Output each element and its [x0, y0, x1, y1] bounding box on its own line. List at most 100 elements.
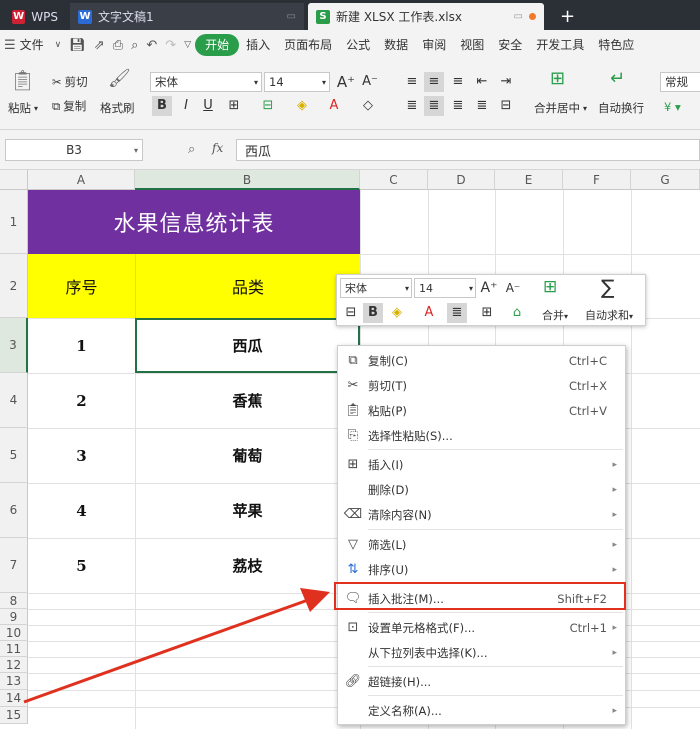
currency-icon[interactable]: ¥ ▾ [664, 100, 681, 114]
cell-b6[interactable]: 苹果 [135, 483, 360, 538]
cell-b4[interactable]: 香蕉 [135, 373, 360, 428]
format-painter-button[interactable]: 格式刷 [100, 100, 135, 116]
print-preview-icon[interactable]: ⌕ [127, 38, 142, 53]
decrease-font-icon[interactable]: A⁻ [360, 72, 380, 92]
tab-developer[interactable]: 开发工具 [529, 34, 591, 56]
cell-b5[interactable]: 葡萄 [135, 428, 360, 483]
row-header-15[interactable]: 15 [0, 707, 28, 724]
format-painter-icon[interactable]: 🖌︎ [108, 68, 131, 89]
bold-button[interactable]: B [152, 96, 172, 116]
menu-item-cut[interactable]: ✂ 剪切(T) Ctrl+X [338, 373, 625, 398]
tab-security[interactable]: 安全 [491, 34, 529, 56]
row-header-3[interactable]: 3 [0, 318, 28, 373]
row-header-12[interactable]: 12 [0, 657, 28, 673]
cell-a5[interactable]: 3 [28, 428, 135, 483]
autosum-icon[interactable]: ∑ [601, 275, 614, 299]
menu-item-copy[interactable]: ⧉ 复制(C) Ctrl+C [338, 348, 625, 373]
header-category-cell[interactable]: 品类 [135, 254, 360, 318]
cell-style-icon[interactable]: ⊟ [258, 96, 278, 116]
mini-merge-button[interactable]: 合并▾ [542, 307, 568, 323]
mini-font-color-icon[interactable]: A [419, 303, 439, 323]
hamburger-icon[interactable]: ☰ [0, 38, 20, 53]
mini-borders-icon[interactable]: ⊞ [477, 303, 497, 323]
menu-item-paste[interactable]: 📋︎ 粘贴(P) Ctrl+V [338, 398, 625, 423]
column-header-e[interactable]: E [495, 170, 563, 190]
align-right-icon[interactable]: ≣ [448, 96, 468, 116]
paste-button[interactable]: 粘贴 ▾ [8, 100, 38, 116]
tab-insert[interactable]: 插入 [239, 34, 277, 56]
column-header-g[interactable]: G [631, 170, 700, 190]
align-top-icon[interactable]: ≡ [402, 72, 422, 92]
paste-icon[interactable]: 📋︎ [10, 68, 35, 92]
file-menu[interactable]: 文件 [20, 34, 51, 56]
menu-item-pick-from-list[interactable]: 从下拉列表中选择(K)... ▸ [338, 640, 625, 665]
column-header-a[interactable]: A [28, 170, 135, 190]
tab-home[interactable]: 开始 [195, 34, 240, 56]
cell-b3-selected[interactable]: 西瓜 [135, 318, 360, 373]
tab-writer-document[interactable]: W 文字文稿1 ▭ [70, 3, 304, 30]
mini-bold-button[interactable]: B [363, 303, 383, 323]
redo-icon[interactable]: ↷ [161, 38, 180, 53]
tab-data[interactable]: 数据 [377, 34, 415, 56]
monitor-icon[interactable]: ▭ [287, 11, 296, 22]
row-header-11[interactable]: 11 [0, 641, 28, 657]
fx-icon[interactable]: fx [212, 141, 223, 155]
mini-fill-color-icon[interactable]: ◈ [387, 303, 407, 323]
mini-font-size-select[interactable]: 14 ▾ [414, 278, 476, 298]
tab-formulas[interactable]: 公式 [339, 34, 377, 56]
underline-button[interactable]: U [198, 96, 218, 116]
wrap-text-icon[interactable]: ↵ [610, 68, 625, 89]
new-tab-button[interactable]: + [552, 3, 583, 30]
borders-icon[interactable]: ⊞ [224, 96, 244, 116]
tab-view[interactable]: 视图 [453, 34, 491, 56]
row-header-2[interactable]: 2 [0, 254, 28, 318]
mini-align-center-icon[interactable]: ≣ [447, 303, 467, 323]
merge-center-button[interactable]: 合并居中 ▾ [534, 100, 587, 116]
print-icon[interactable]: ⎙ [109, 38, 127, 53]
mini-font-name-select[interactable]: 宋体 ▾ [340, 278, 412, 298]
cut-button[interactable]: ✂ 剪切 [52, 74, 88, 90]
align-middle-icon[interactable]: ≡ [424, 72, 444, 92]
mini-increase-font-icon[interactable]: A⁺ [479, 278, 499, 298]
tab-special[interactable]: 特色应 [591, 34, 641, 56]
row-header-5[interactable]: 5 [0, 428, 28, 483]
menu-item-sort[interactable]: ⇅ 排序(U) ▸ [338, 557, 625, 582]
row-header-14[interactable]: 14 [0, 690, 28, 707]
merge-center-icon[interactable]: ⊞ [550, 68, 565, 89]
align-bottom-icon[interactable]: ≡ [448, 72, 468, 92]
menu-item-paste-special[interactable]: ⎘ 选择性粘贴(S)... [338, 423, 625, 448]
increase-font-icon[interactable]: A⁺ [336, 72, 356, 92]
clear-format-icon[interactable]: ◇ [358, 96, 378, 116]
table-title-cell[interactable]: 水果信息统计表 [28, 190, 360, 254]
zoom-formula-icon[interactable]: ⌕ [188, 142, 195, 157]
save-icon[interactable]: 💾︎ [65, 38, 90, 53]
font-color-icon[interactable]: A [324, 96, 344, 116]
mini-merge-icon[interactable]: ⊞ [543, 277, 557, 297]
tab-review[interactable]: 审阅 [415, 34, 453, 56]
font-name-select[interactable]: 宋体 ▾ [150, 72, 262, 92]
copy-button[interactable]: ⧉ 复制 [52, 98, 86, 114]
mini-format-painter-icon[interactable]: ⌂ [507, 303, 527, 323]
wrap-text-button[interactable]: 自动换行 [598, 100, 644, 116]
mini-autosum-button[interactable]: 自动求和▾ [585, 307, 633, 323]
formula-input[interactable]: 西瓜 [236, 139, 700, 161]
menu-item-define-name[interactable]: 定义名称(A)... ▸ [338, 698, 625, 723]
row-header-6[interactable]: 6 [0, 483, 28, 538]
justify-icon[interactable]: ≣ [472, 96, 492, 116]
quick-access-dropdown-icon[interactable]: ▽ [180, 40, 195, 50]
column-header-d[interactable]: D [428, 170, 495, 190]
mini-align-icon[interactable]: ⊟ [341, 303, 361, 323]
row-header-10[interactable]: 10 [0, 625, 28, 641]
font-size-select[interactable]: 14 ▾ [264, 72, 330, 92]
italic-button[interactable]: I [176, 96, 196, 116]
cell-a6[interactable]: 4 [28, 483, 135, 538]
export-icon[interactable]: ⇗ [90, 38, 109, 53]
menu-item-filter[interactable]: ▽ 筛选(L) ▸ [338, 532, 625, 557]
cell-a3[interactable]: 1 [28, 318, 135, 373]
menu-item-clear-contents[interactable]: ⌫ 清除内容(N) ▸ [338, 502, 625, 527]
align-center-icon[interactable]: ≣ [424, 96, 444, 116]
menu-item-insert-comment[interactable]: 🗨︎ 插入批注(M)... Shift+F2 [338, 586, 625, 611]
menu-item-hyperlink[interactable]: 🔗︎ 超链接(H)... [338, 669, 625, 694]
tab-spreadsheet-document[interactable]: S 新建 XLSX 工作表.xlsx ▭ [308, 3, 544, 30]
undo-icon[interactable]: ↶ [142, 38, 161, 53]
